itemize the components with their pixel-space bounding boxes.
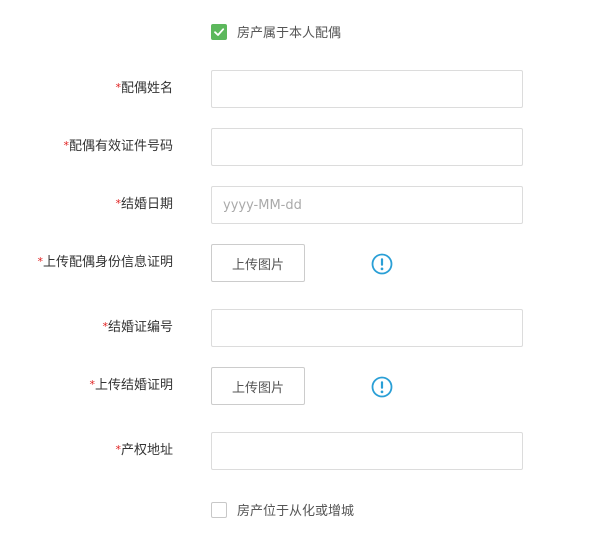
location-checkbox-label: 房产位于从化或增城	[237, 504, 355, 519]
marriage-date-label: *结婚日期	[115, 197, 173, 213]
spouse-id-number-label: *配偶有效证件号码	[63, 139, 173, 155]
marriage-date-input[interactable]	[211, 186, 523, 224]
marriage-cert-upload-label-text: 上传结婚证明	[94, 378, 173, 393]
spouse-property-checkbox[interactable]	[211, 23, 227, 40]
spouse-name-label: *配偶姓名	[115, 81, 173, 97]
checkmark-icon	[214, 27, 225, 36]
spouse-name-label-text: 配偶姓名	[120, 81, 173, 96]
property-address-label-text: 产权地址	[120, 443, 173, 458]
marriage-date-label-text: 结婚日期	[120, 197, 173, 212]
spouse-id-number-input[interactable]	[211, 128, 523, 166]
info-circle-icon[interactable]	[371, 253, 393, 275]
marriage-cert-number-input[interactable]	[211, 309, 523, 347]
marriage-cert-upload-button[interactable]: 上传图片	[211, 367, 305, 405]
marriage-cert-upload-label: *上传结婚证明	[89, 378, 173, 394]
marriage-cert-number-label: *结婚证编号	[102, 320, 173, 336]
spouse-name-input[interactable]	[211, 70, 523, 108]
required-mark: *	[63, 139, 69, 152]
required-mark: *	[102, 320, 108, 333]
required-mark: *	[115, 81, 121, 94]
spouse-id-upload-button[interactable]: 上传图片	[211, 244, 305, 282]
property-address-input[interactable]	[211, 432, 523, 470]
marriage-cert-number-label-text: 结婚证编号	[107, 320, 173, 335]
property-address-label: *产权地址	[115, 443, 173, 459]
info-circle-icon[interactable]	[371, 376, 393, 398]
spouse-property-checkbox-label: 房产属于本人配偶	[237, 26, 342, 41]
spouse-id-upload-label: *上传配偶身份信息证明	[37, 255, 173, 271]
spouse-id-number-label-text: 配偶有效证件号码	[68, 139, 173, 154]
required-mark: *	[37, 255, 43, 268]
required-mark: *	[115, 443, 121, 456]
required-mark: *	[89, 378, 95, 391]
spouse-property-checkbox-row[interactable]: 房产属于本人配偶	[211, 22, 341, 41]
spouse-id-upload-label-text: 上传配偶身份信息证明	[42, 255, 173, 270]
required-mark: *	[115, 197, 121, 210]
location-checkbox-row[interactable]: 房产位于从化或增城	[211, 500, 354, 519]
location-checkbox[interactable]	[211, 501, 227, 518]
